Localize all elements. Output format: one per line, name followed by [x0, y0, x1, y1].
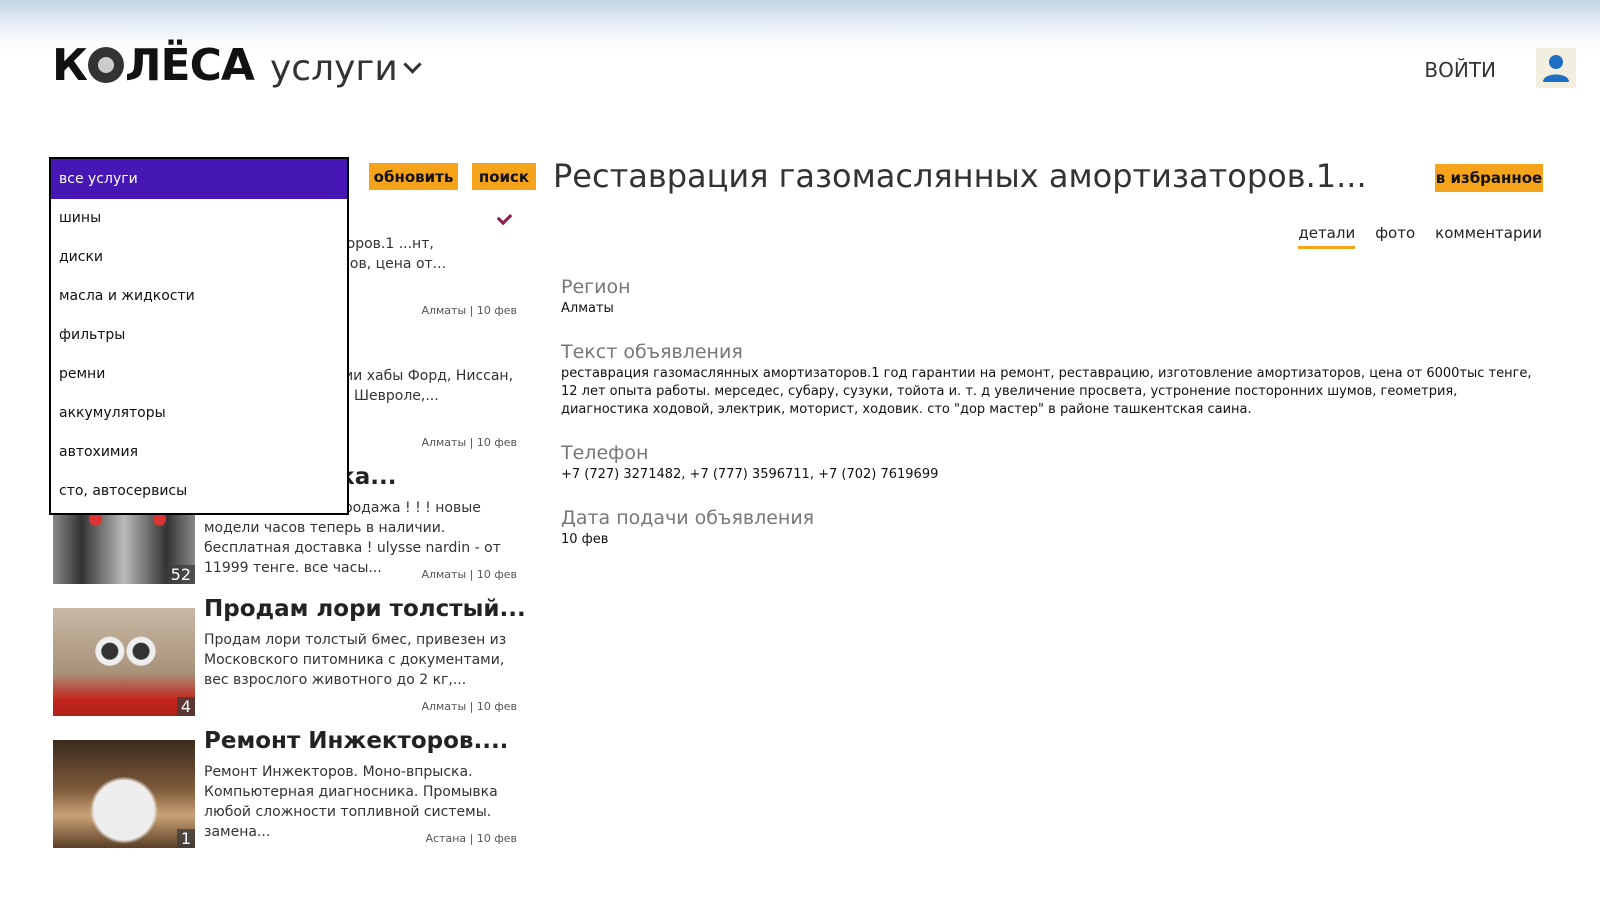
listing-thumbnail: 4 [53, 608, 195, 716]
listing-description: Продам лори толстый 6мес, привезен из Мо… [204, 632, 507, 688]
listing-meta: Астана | 10 фев [425, 832, 517, 845]
dropdown-option-tires[interactable]: шины [51, 199, 347, 238]
ad-text-label: Текст объявления [561, 341, 743, 363]
list-item[interactable]: 4 Продам лори толстый... Продам лори тол… [53, 596, 526, 718]
date-label: Дата подачи объявления [561, 507, 815, 529]
phone-label: Телефон [561, 442, 649, 464]
listing-description: Ремонт Инжекторов. Моно-впрыска. Компьют… [204, 764, 498, 840]
kolesa-logo[interactable]: К ЛЁСА [52, 39, 255, 91]
tab-comments[interactable]: комментарии [1435, 224, 1542, 249]
dropdown-option-oils[interactable]: масла и жидкости [51, 277, 347, 316]
dropdown-option-wheels[interactable]: диски [51, 238, 347, 277]
phone-field: Телефон +7 (727) 3271482, +7 (777) 35967… [561, 442, 1541, 484]
tab-details[interactable]: детали [1298, 224, 1356, 249]
category-dropdown[interactable]: все услуги шины диски масла и жидкости ф… [50, 158, 348, 514]
photo-count-badge: 4 [176, 697, 195, 716]
date-field: Дата подачи объявления 10 фев [561, 507, 1541, 549]
dropdown-option-all-services[interactable]: все услуги [51, 159, 347, 199]
region-label: Регион [561, 276, 631, 298]
tab-photo[interactable]: фото [1375, 224, 1415, 249]
dropdown-option-batteries[interactable]: аккумуляторы [51, 394, 347, 433]
add-to-favorites-button[interactable]: в избранное [1435, 164, 1543, 192]
region-value: Алматы [561, 301, 614, 316]
search-button[interactable]: поиск [472, 163, 536, 190]
region-field: Регион Алматы [561, 276, 1541, 318]
phone-value: +7 (727) 3271482, +7 (777) 3596711, +7 (… [561, 467, 939, 482]
section-selector[interactable]: услуги [270, 48, 422, 89]
dropdown-option-filters[interactable]: фильтры [51, 316, 347, 355]
ad-text-field: Текст объявления реставрация газомаслянн… [561, 341, 1541, 419]
dropdown-option-belts[interactable]: ремни [51, 355, 347, 394]
photo-count-badge: 1 [176, 829, 195, 848]
listing-thumbnail: 1 [53, 740, 195, 848]
dropdown-option-autochemistry[interactable]: автохимия [51, 433, 347, 472]
wheel-icon [87, 47, 124, 83]
avatar[interactable] [1536, 48, 1576, 88]
listing-meta: Алматы | 10 фев [421, 436, 517, 449]
logo-text-left: К [52, 39, 88, 91]
section-title: услуги [270, 48, 398, 89]
list-item[interactable]: 1 Ремонт Инжекторов.... Ремонт Инжекторо… [53, 728, 523, 850]
date-value: 10 фев [561, 532, 609, 547]
listing-meta: Алматы | 10 фев [421, 568, 517, 581]
chevron-down-icon [403, 55, 422, 74]
listing-meta: Алматы | 10 фев [421, 304, 517, 317]
dropdown-option-service-stations[interactable]: сто, автосервисы [51, 472, 347, 511]
refresh-button[interactable]: обновить [369, 163, 458, 190]
detail-title: Реставрация газомаслянных амортизаторов.… [553, 157, 1367, 195]
user-icon [1543, 55, 1569, 82]
ad-text-value: реставрация газомаслянных амортизаторов.… [561, 366, 1532, 417]
listing-meta: Алматы | 10 фев [421, 700, 517, 713]
login-button[interactable]: ВОЙТИ [1424, 58, 1496, 82]
listing-title: Ремонт Инжекторов.... [204, 728, 509, 754]
listing-title: Продам лори толстый... [204, 596, 526, 622]
detail-tabs: детали фото комментарии [1298, 224, 1542, 249]
photo-count-badge: 52 [166, 565, 195, 584]
logo-text-right: ЛЁСА [124, 39, 255, 91]
